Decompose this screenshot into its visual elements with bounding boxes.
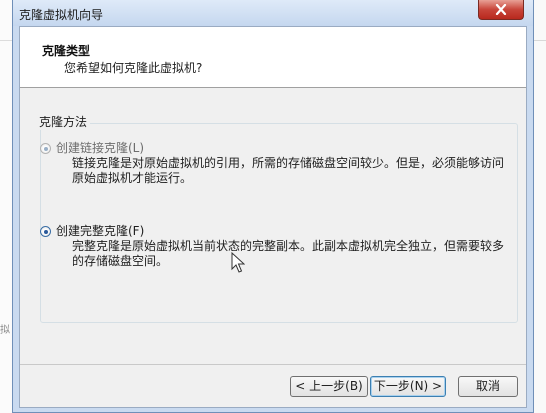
full-clone-label[interactable]: 创建完整克隆(F) — [56, 222, 144, 239]
title-bar[interactable]: 克隆虚拟机向导 — [13, 0, 533, 26]
wizard-header: 克隆类型 您希望如何克隆此虚拟机? — [20, 27, 526, 88]
next-button[interactable]: 下一步(N) > — [370, 376, 446, 397]
back-button[interactable]: < 上一步(B) — [290, 376, 368, 397]
full-clone-description: 完整克隆是原始虚拟机当前状态的完整副本。此副本虚拟机完全独立，但需要较多的存储磁… — [72, 239, 505, 268]
linked-clone-label[interactable]: 创建链接克隆(L) — [56, 139, 144, 156]
full-clone-radio[interactable] — [40, 226, 51, 237]
window-title: 克隆虚拟机向导 — [19, 8, 104, 22]
wizard-button-bar: < 上一步(B) 下一步(N) > 取消 — [20, 364, 526, 408]
background-divider-right — [532, 40, 546, 41]
close-button[interactable] — [478, 0, 524, 20]
wizard-content: 克隆类型 您希望如何克隆此虚拟机? 克隆方法 创建链接克隆(L) 链接克隆是对原… — [19, 26, 527, 408]
linked-clone-radio[interactable] — [40, 143, 51, 154]
page-subtitle: 您希望如何克隆此虚拟机? — [64, 61, 203, 75]
radio-selected-icon — [43, 229, 48, 234]
screen: 拟 克隆虚拟机向导 克隆类型 您希望如何克隆此虚拟机? 克隆方法 创建链接克隆(… — [0, 0, 546, 413]
mouse-cursor-icon — [231, 252, 245, 273]
close-icon — [495, 4, 507, 15]
clone-vm-wizard-dialog: 克隆虚拟机向导 克隆类型 您希望如何克隆此虚拟机? 克隆方法 创建链接克隆(L)… — [12, 0, 534, 413]
radio-selected-icon — [43, 146, 48, 151]
clone-method-group-label: 克隆方法 — [36, 113, 91, 130]
linked-clone-description: 链接克隆是对原始虚拟机的引用，所需的存储磁盘空间较少。但是，必须能够访问原始虚拟… — [72, 156, 505, 185]
cancel-button[interactable]: 取消 — [458, 376, 518, 397]
page-title: 克隆类型 — [42, 44, 91, 58]
